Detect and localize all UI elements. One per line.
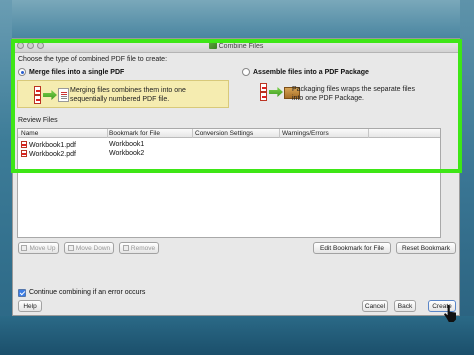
merge-description: Merging files combines them into one seq…	[70, 86, 186, 104]
file-name-cell: Workbook2.pdf	[21, 150, 76, 158]
package-option[interactable]: Assemble files into a PDF Package	[242, 68, 369, 76]
merge-option-label: Merge files into a single PDF	[29, 68, 125, 76]
table-header: Name Bookmark for File Conversion Settin…	[18, 129, 440, 138]
window-title-text: Combine Files	[218, 43, 264, 50]
file-name-cell: Workbook1.pdf	[21, 141, 76, 149]
pdf-file-icon	[21, 141, 27, 148]
move-up-label: Move Up	[29, 244, 56, 252]
file-name-text: Workbook2.pdf	[29, 151, 76, 158]
remove-button[interactable]: Remove	[119, 242, 159, 254]
package-description-line-1: Packaging files wraps the separate files	[292, 86, 415, 93]
reset-bookmark-button[interactable]: Reset Bookmark	[396, 242, 456, 254]
merge-option[interactable]: Merge files into a single PDF	[18, 68, 124, 76]
remove-label: Remove	[130, 244, 156, 252]
table-row[interactable]: Workbook1.pdf Workbook1	[18, 140, 440, 149]
help-label: Help	[23, 302, 37, 310]
move-down-label: Move Down	[75, 244, 111, 252]
edit-bookmark-label: Edit Bookmark for File	[320, 244, 384, 252]
merge-radio[interactable]	[18, 68, 26, 76]
continue-on-error-label: Continue combining if an error occurs	[29, 289, 146, 296]
review-files-title: Review Files	[18, 117, 58, 124]
cancel-button[interactable]: Cancel	[362, 300, 388, 312]
create-button[interactable]: Create	[428, 300, 456, 312]
move-down-icon	[67, 245, 74, 251]
back-button[interactable]: Back	[394, 300, 416, 312]
bookmark-cell: Workbook2	[109, 150, 145, 157]
column-header-bookmark[interactable]: Bookmark for File	[109, 130, 160, 137]
pdf-file-icon	[21, 150, 27, 157]
table-row[interactable]: Workbook2.pdf Workbook2	[18, 149, 440, 158]
move-down-button[interactable]: Move Down	[64, 242, 114, 254]
file-name-text: Workbook1.pdf	[29, 142, 76, 149]
package-description: Packaging files wraps the separate files…	[292, 85, 415, 103]
package-option-label: Assemble files into a PDF Package	[253, 68, 369, 76]
package-radio[interactable]	[242, 68, 250, 76]
reset-bookmark-label: Reset Bookmark	[401, 244, 451, 252]
desktop-background-right	[460, 0, 474, 355]
review-files-table[interactable]: Name Bookmark for File Conversion Settin…	[17, 128, 441, 238]
merge-description-line-1: Merging files combines them into one	[70, 87, 186, 94]
window-title: Combine Files	[13, 42, 459, 50]
combine-files-icon	[208, 42, 217, 49]
merge-description-box: Merging files combines them into one seq…	[17, 80, 229, 108]
desktop-background-left	[0, 0, 12, 355]
desktop-background-top	[0, 0, 474, 38]
package-description-line-2: into one PDF Package.	[292, 95, 364, 102]
move-up-icon	[21, 245, 28, 251]
desktop-background-bottom	[0, 316, 474, 355]
bookmark-cell: Workbook1	[109, 141, 145, 148]
column-header-conversion[interactable]: Conversion Settings	[195, 130, 253, 137]
help-button[interactable]: Help	[18, 300, 42, 312]
merge-description-line-2: sequentially numbered PDF file.	[70, 96, 170, 103]
column-header-name[interactable]: Name	[21, 130, 38, 137]
remove-icon	[122, 245, 129, 251]
back-label: Back	[397, 302, 413, 310]
edit-bookmark-button[interactable]: Edit Bookmark for File	[313, 242, 391, 254]
choose-type-label: Choose the type of combined PDF file to …	[18, 56, 168, 63]
column-header-warnings[interactable]: Warnings/Errors	[282, 130, 329, 137]
cancel-label: Cancel	[364, 302, 386, 310]
continue-on-error-checkbox[interactable]	[18, 289, 26, 297]
move-up-button[interactable]: Move Up	[18, 242, 59, 254]
title-bar[interactable]: Combine Files	[13, 39, 459, 53]
